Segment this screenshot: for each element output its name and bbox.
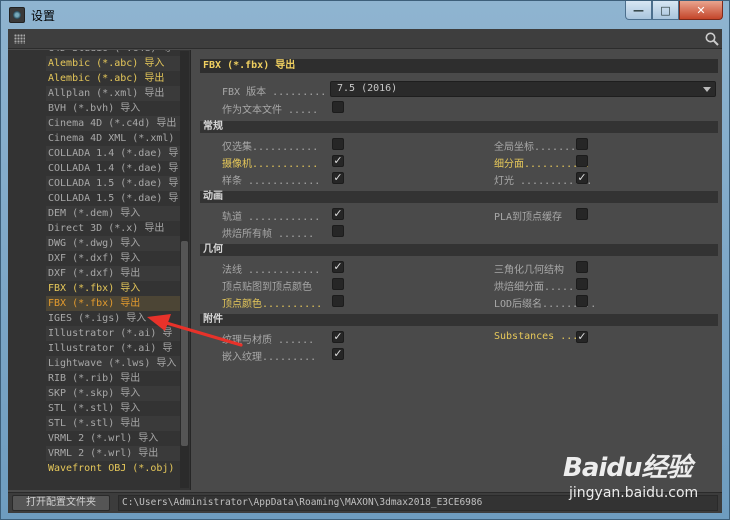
chevron-down-icon [703, 87, 711, 92]
sidebar-item[interactable]: Cinema 4D XML (*.xml) [46, 131, 186, 146]
vertex-color-checkbox[interactable] [332, 295, 344, 307]
fbx-version-dropdown[interactable]: 7.5 (2016) [330, 81, 716, 97]
sidebar-scrollbar[interactable] [180, 51, 189, 488]
sidebar-item[interactable]: Lightwave (*.lws) 导入 [46, 356, 186, 371]
sidebar-item[interactable]: STL (*.stl) 导入 [46, 401, 186, 416]
sidebar-item[interactable]: BVH (*.bvh) 导入 [46, 101, 186, 116]
baidu-watermark: Baidu经验 jingyan.baidu.com [561, 441, 721, 511]
settings-window: 设置 — □ ✕ C4D Studio (*.c4d) 导Alembic (*.… [0, 0, 730, 520]
tracks-label: 轨道 ............ [222, 212, 321, 223]
sidebar-item[interactable]: COLLADA 1.4 (*.dae) 导 [46, 161, 186, 176]
pla-cache-checkbox[interactable] [576, 208, 588, 220]
close-button[interactable]: ✕ [679, 1, 723, 20]
light-checkbox[interactable]: ✓ [576, 172, 588, 184]
section-geometry: 几何 [200, 244, 718, 256]
embed-textures-label: 嵌入纹理......... [222, 352, 317, 363]
window-controls: — □ ✕ [625, 1, 723, 21]
bake-all-frames-label: 烘焙所有帧 ...... [222, 229, 315, 240]
substances-checkbox[interactable]: ✓ [576, 331, 588, 343]
settings-sidebar: C4D Studio (*.c4d) 导Alembic (*.abc) 导入Al… [8, 50, 191, 490]
sidebar-item[interactable]: Alembic (*.abc) 导入 [46, 56, 186, 71]
sidebar-item[interactable]: RIB (*.rib) 导出 [46, 371, 186, 386]
camera-label: 摄像机........... [222, 159, 319, 170]
sidebar-item[interactable]: Cinema 4D (*.c4d) 导出 [46, 116, 186, 131]
fbx-version-value: 7.5 (2016) [337, 83, 398, 94]
sidebar-item[interactable]: COLLADA 1.4 (*.dae) 导 [46, 146, 186, 161]
selection-only-label: 仅选集........... [222, 142, 319, 153]
triangulate-label: 三角化几何结构 [494, 265, 564, 276]
grip-icon[interactable] [14, 34, 25, 44]
subdivision-checkbox[interactable] [576, 155, 588, 167]
sidebar-item[interactable]: Wavefront OBJ (*.obj) [46, 461, 186, 476]
text-file-label: 作为文本文件 ..... [222, 105, 319, 116]
open-config-folder-button[interactable]: 打开配置文件夹 [12, 495, 110, 511]
global-coords-label: 全局坐标......... [494, 142, 589, 153]
global-coords-checkbox[interactable] [576, 138, 588, 150]
bake-subdivision-checkbox[interactable] [576, 278, 588, 290]
spline-checkbox[interactable]: ✓ [332, 172, 344, 184]
sidebar-item[interactable]: DXF (*.dxf) 导出 [46, 266, 186, 281]
selection-only-checkbox[interactable] [332, 138, 344, 150]
sidebar-item[interactable]: COLLADA 1.5 (*.dae) 导 [46, 176, 186, 191]
sidebar-item[interactable]: Alembic (*.abc) 导出 [46, 71, 186, 86]
window-title: 设置 [31, 9, 56, 23]
maximize-button[interactable]: □ [652, 1, 679, 20]
tracks-checkbox[interactable]: ✓ [332, 208, 344, 220]
annotation-arrow-icon [147, 314, 243, 347]
substances-label: Substances ... [494, 331, 579, 342]
sidebar-item[interactable]: Allplan (*.xml) 导出 [46, 86, 186, 101]
sidebar-item[interactable]: SKP (*.skp) 导入 [46, 386, 186, 401]
sidebar-item[interactable]: FBX (*.fbx) 导入 [46, 281, 186, 296]
textures-materials-checkbox[interactable]: ✓ [332, 331, 344, 343]
bake-subdivision-label: 烘焙细分面...... [494, 282, 581, 293]
sidebar-item[interactable]: Direct 3D (*.x) 导出 [46, 221, 186, 236]
title-bar[interactable]: 设置 — □ ✕ [1, 1, 729, 29]
watermark-url: jingyan.baidu.com [569, 485, 699, 501]
normals-checkbox[interactable]: ✓ [332, 261, 344, 273]
embed-textures-checkbox[interactable]: ✓ [332, 348, 344, 360]
sidebar-item[interactable]: VRML 2 (*.wrl) 导出 [46, 446, 186, 461]
sidebar-item[interactable]: DXF (*.dxf) 导入 [46, 251, 186, 266]
minimize-button[interactable]: — [625, 1, 652, 20]
spline-label: 样条 ............ [222, 176, 321, 187]
fbx-version-label: FBX 版本 ......... [222, 87, 327, 98]
section-general: 常规 [200, 121, 718, 133]
watermark-logo: Baidu经验 [563, 453, 692, 483]
vertex-map-color-label: 顶点贴图到顶点颜色 [222, 282, 312, 293]
vertex-color-label: 顶点颜色.......... [222, 299, 323, 310]
normals-label: 法线 ............ [222, 265, 321, 276]
settings-panel: FBX (*.fbx) 导出 FBX 版本 ......... 7.5 (201… [192, 50, 722, 490]
sidebar-item[interactable]: VRML 2 (*.wrl) 导入 [46, 431, 186, 446]
section-attachments: 附件 [200, 314, 718, 326]
sidebar-item[interactable]: STL (*.stl) 导出 [46, 416, 186, 431]
sidebar-item[interactable]: DWG (*.dwg) 导入 [46, 236, 186, 251]
pla-cache-label: PLA到顶点缓存 [494, 212, 563, 223]
triangulate-checkbox[interactable] [576, 261, 588, 273]
vertex-map-color-checkbox[interactable] [332, 278, 344, 290]
lod-suffix-checkbox[interactable] [576, 295, 588, 307]
bake-all-frames-checkbox[interactable] [332, 225, 344, 237]
camera-checkbox[interactable]: ✓ [332, 155, 344, 167]
sidebar-item[interactable]: DEM (*.dem) 导入 [46, 206, 186, 221]
sidebar-item[interactable]: COLLADA 1.5 (*.dae) 导 [46, 191, 186, 206]
section-animation: 动画 [200, 191, 718, 203]
toolbar [8, 29, 722, 49]
panel-title: FBX (*.fbx) 导出 [200, 59, 718, 73]
app-icon [9, 7, 25, 23]
sidebar-list: C4D Studio (*.c4d) 导Alembic (*.abc) 导入Al… [46, 50, 186, 476]
search-icon[interactable] [704, 31, 720, 47]
text-file-checkbox[interactable] [332, 101, 344, 113]
